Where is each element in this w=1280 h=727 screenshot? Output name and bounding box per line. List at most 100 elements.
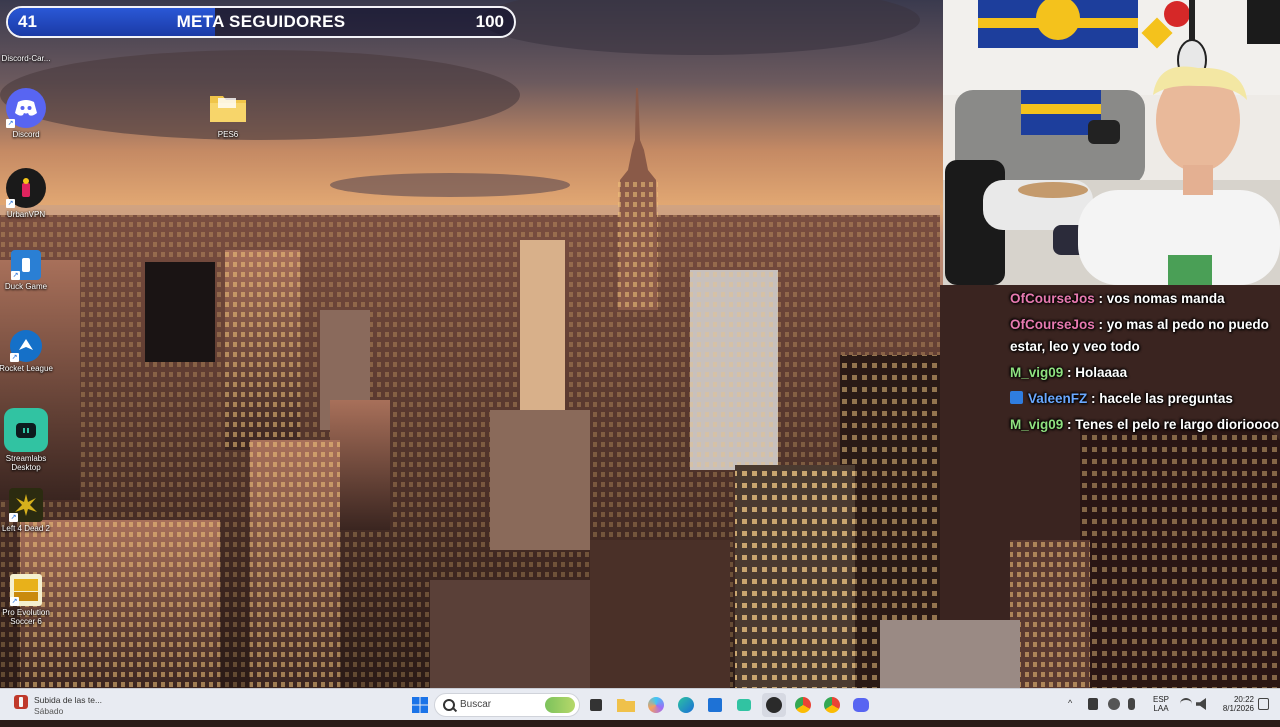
start-button[interactable]	[408, 693, 432, 717]
chat-message: M_vig09 : Tenes el pelo re largo diorioo…	[1008, 412, 1280, 438]
taskbar-notification[interactable]: Subida de las te... Sábado	[12, 693, 152, 717]
chat-separator: :	[1098, 291, 1107, 306]
task-view-button[interactable]	[584, 693, 608, 717]
chrome-icon	[795, 697, 811, 713]
pes-icon: ↗	[10, 574, 42, 606]
chat-message: OfCourseJos : yo mas al pedo no puedo es…	[1008, 312, 1280, 360]
shortcut-arrow-icon: ↗	[11, 271, 20, 280]
microphone-icon[interactable]	[1128, 698, 1135, 710]
desktop-icon-left4dead2[interactable]: ↗ Left 4 Dead 2	[0, 488, 54, 533]
chat-message: OfCourseJos : vos nomas manda	[1008, 286, 1280, 312]
clock-time: 20:22	[1233, 695, 1254, 704]
follower-goal-bar: META SEGUIDORES 41 100	[6, 6, 516, 38]
volume-icon[interactable]	[1196, 698, 1206, 710]
duck-game-icon: ↗	[11, 250, 41, 280]
chat-username: M_vig09	[1010, 365, 1064, 380]
shortcut-arrow-icon: ↗	[6, 199, 15, 208]
discord-icon: ↗	[6, 88, 46, 128]
urbanvpn-icon: ↗	[6, 168, 46, 208]
chrome-icon	[824, 697, 840, 713]
desktop-icon-label: Streamlabs Desktop	[5, 454, 47, 472]
desktop-icon-discord-car[interactable]: Discord-Car...	[0, 40, 54, 63]
goal-title: META SEGUIDORES	[176, 12, 346, 31]
chat-username: OfCourseJos	[1010, 317, 1095, 332]
chrome-button[interactable]	[791, 693, 815, 717]
shortcut-arrow-icon: ↗	[6, 119, 15, 128]
obs-taskbar-button[interactable]	[762, 693, 786, 717]
chat-username: M_vig09	[1010, 417, 1064, 432]
left4dead2-icon: ↗	[9, 488, 43, 522]
store-icon	[708, 698, 722, 712]
desktop-icon-label: Duck Game	[4, 282, 48, 291]
search-highlight-icon	[545, 697, 575, 713]
file-explorer-button[interactable]	[614, 693, 638, 717]
clock[interactable]: 20:22 8/1/2026	[1212, 695, 1254, 727]
chrome-profile-button[interactable]	[820, 693, 844, 717]
desktop-icon-label: PES6	[217, 130, 239, 139]
desktop-icon-label: UrbanVPN	[6, 210, 46, 219]
shortcut-arrow-icon: ↗	[9, 513, 18, 522]
chat-separator: :	[1098, 317, 1107, 332]
tray-settings-icon[interactable]	[1108, 698, 1120, 710]
streamlabs-icon	[737, 699, 751, 711]
chat-text: hacele las preguntas	[1099, 391, 1233, 406]
edge-icon	[678, 697, 694, 713]
desktop-icon-duck-game[interactable]: ↗ Duck Game	[0, 250, 54, 291]
copilot-icon	[648, 697, 664, 713]
shortcut-arrow-icon: ↗	[10, 353, 19, 362]
desktop-icon-label: Rocket League	[0, 364, 53, 373]
wifi-icon[interactable]	[1180, 698, 1192, 712]
streamlabs-taskbar-button[interactable]	[732, 693, 756, 717]
chat-text: Holaaaa	[1075, 365, 1128, 380]
chat-message: ValeenFZ : hacele las preguntas	[1008, 386, 1280, 412]
notification-title: Subida de las te...	[34, 695, 103, 705]
clock-date: 8/1/2026	[1222, 704, 1254, 713]
goal-target-count: 100	[475, 12, 504, 31]
rocket-league-icon: ↗	[10, 330, 42, 362]
copilot-button[interactable]	[644, 693, 668, 717]
chat-text: Tenes el pelo re largo diorioooo	[1075, 417, 1280, 432]
obs-icon	[766, 697, 782, 713]
taskbar: Subida de las te... Sábado Buscar ^ ESP …	[0, 688, 1280, 720]
desktop-icon-streamlabs[interactable]: Streamlabs Desktop	[0, 408, 54, 472]
goal-current-count: 41	[18, 12, 37, 31]
chat-username: OfCourseJos	[1010, 291, 1095, 306]
chat-badge-icon	[1010, 391, 1023, 404]
chat-username: ValeenFZ	[1028, 391, 1088, 406]
language-indicator[interactable]: ESP LAA	[1150, 695, 1172, 727]
tray-app-icon[interactable]	[1088, 698, 1098, 710]
search-placeholder: Buscar	[460, 699, 492, 710]
desktop-icon-label: Discord-Car...	[1, 54, 51, 63]
desktop-icon-rocket-league[interactable]: ↗ Rocket League	[0, 330, 54, 373]
notification-subtitle: Sábado	[34, 706, 64, 716]
notification-alert-icon	[14, 695, 28, 709]
webcam-feed	[943, 0, 1280, 285]
folder-icon	[208, 88, 248, 128]
chevron-up-icon[interactable]: ^	[1068, 698, 1080, 710]
file-explorer-icon	[617, 699, 635, 712]
store-button[interactable]	[703, 693, 727, 717]
shortcut-arrow-icon: ↗	[10, 597, 19, 606]
edge-button[interactable]	[674, 693, 698, 717]
chat-text: vos nomas manda	[1106, 291, 1225, 306]
language-secondary: LAA	[1153, 704, 1169, 713]
desktop-icon-label: Left 4 Dead 2	[1, 524, 51, 533]
desktop-icon-pes[interactable]: ↗ Pro Evolution Soccer 6	[0, 574, 54, 626]
language-primary: ESP	[1152, 695, 1169, 704]
desktop-icon-urbanvpn[interactable]: ↗ UrbanVPN	[0, 168, 54, 219]
desktop-icon-label: Discord	[12, 130, 40, 139]
chat-overlay: OfCourseJos : vos nomas manda OfCourseJo…	[1008, 286, 1280, 438]
desktop-icon-label: Pro Evolution Soccer 6	[2, 608, 50, 626]
task-view-icon	[590, 699, 602, 711]
search-icon	[443, 699, 455, 711]
discord-taskbar-button[interactable]	[849, 693, 873, 717]
discord-car-icon	[6, 40, 46, 52]
notification-bell-icon[interactable]	[1258, 698, 1269, 710]
desktop-icon-discord[interactable]: ↗ Discord	[0, 88, 54, 139]
chat-message: M_vig09 : Holaaaa	[1008, 360, 1280, 386]
taskbar-search[interactable]: Buscar	[434, 693, 580, 717]
discord-icon	[853, 698, 869, 712]
streamlabs-icon	[4, 408, 48, 452]
windows-icon	[412, 697, 428, 713]
desktop-icon-pes6[interactable]: PES6	[200, 88, 256, 139]
